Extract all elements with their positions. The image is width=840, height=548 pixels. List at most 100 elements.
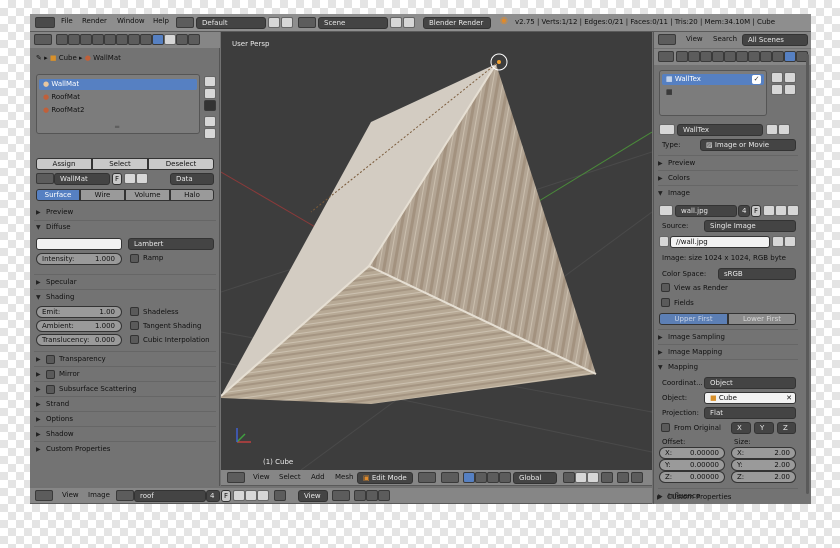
add-texture-icon[interactable] xyxy=(766,124,778,135)
deselect-button[interactable]: Deselect xyxy=(148,158,214,170)
section-preview[interactable]: ▶ Preview xyxy=(36,205,216,219)
material-name-field[interactable]: WallMat xyxy=(54,173,110,185)
3d-viewport[interactable]: User Persp (1) Cube xyxy=(221,32,652,470)
texture-name-field[interactable]: WallTex xyxy=(677,124,763,136)
pin-image-icon[interactable] xyxy=(274,490,286,501)
section-mapping[interactable]: ▼ Mapping xyxy=(658,360,796,374)
assign-button[interactable]: Assign xyxy=(36,158,92,170)
remove-layout-icon[interactable] xyxy=(281,17,293,28)
offset-y-field[interactable]: Y: 0.00000 xyxy=(659,459,725,471)
view-as-render-checkbox[interactable] xyxy=(661,283,670,292)
tab-wire[interactable]: Wire xyxy=(80,189,125,201)
image-fake-user-button[interactable]: F xyxy=(221,490,231,502)
viewport-shading-icon[interactable] xyxy=(418,472,436,483)
scene-tab-icon[interactable] xyxy=(700,51,712,62)
mapping-x-select[interactable]: X xyxy=(731,422,751,434)
unlink-image-icon[interactable] xyxy=(787,205,799,216)
uv-sync-icon[interactable] xyxy=(332,490,350,501)
open-image-icon[interactable] xyxy=(245,490,257,501)
upper-first-toggle[interactable]: Upper First xyxy=(659,313,728,325)
move-slot-up-icon[interactable] xyxy=(204,116,216,127)
menu-file[interactable]: File xyxy=(61,17,73,25)
size-z-field[interactable]: Z: 2.00 xyxy=(731,471,796,483)
image-name-field[interactable]: roof xyxy=(134,490,206,502)
section-custom-properties[interactable]: ▶ Custom Properties xyxy=(36,442,216,456)
render-engine-select[interactable]: Blender Render xyxy=(423,17,491,29)
add-slot-icon[interactable] xyxy=(204,76,216,87)
render-tab-icon[interactable] xyxy=(676,51,688,62)
render-tab-icon[interactable] xyxy=(56,34,68,45)
section-strand[interactable]: ▶ Strand xyxy=(36,397,216,411)
image-browse-icon[interactable] xyxy=(116,490,134,501)
texture-type-select[interactable]: ▨ Image or Movie xyxy=(700,139,796,151)
section-shading[interactable]: ▼ Shading xyxy=(36,290,216,304)
new-image-icon[interactable] xyxy=(233,490,245,501)
scene-icon[interactable] xyxy=(298,17,316,28)
texture-tab-icon[interactable] xyxy=(784,51,796,62)
diffuse-intensity-field[interactable]: Intensity: 1.000 xyxy=(36,253,122,265)
add-texture-slot-icon[interactable] xyxy=(771,72,783,83)
mapping-y-select[interactable]: Y xyxy=(754,422,774,434)
mapping-z-select[interactable]: Z xyxy=(777,422,796,434)
section-transparency[interactable]: ▶ Transparency xyxy=(36,352,216,366)
tab-surface[interactable]: Surface xyxy=(36,189,80,201)
transform-orientation-select[interactable]: Global xyxy=(513,472,557,484)
menu-image[interactable]: Image xyxy=(88,491,110,499)
section-image[interactable]: ▼ Image xyxy=(658,186,796,200)
edge-select-icon[interactable] xyxy=(575,472,587,483)
fields-checkbox[interactable] xyxy=(661,298,670,307)
remove-slot-icon[interactable] xyxy=(204,88,216,99)
mode-select[interactable]: ▣ Edit Mode xyxy=(357,472,413,484)
menu-help[interactable]: Help xyxy=(153,17,169,25)
translucency-field[interactable]: Translucency: 0.000 xyxy=(36,334,122,346)
section-diffuse[interactable]: ▼ Diffuse xyxy=(36,220,216,234)
translate-icon[interactable] xyxy=(475,472,487,483)
ramp-checkbox[interactable] xyxy=(130,254,139,263)
section-specular[interactable]: ▶ Specular xyxy=(36,275,216,289)
world-tab-icon[interactable] xyxy=(712,51,724,62)
pivot-icon[interactable] xyxy=(441,472,459,483)
menu-view[interactable]: View xyxy=(62,491,79,499)
properties-editor-icon[interactable] xyxy=(658,51,674,62)
image-browse-icon[interactable] xyxy=(659,205,673,216)
diffuse-shader-select[interactable]: Lambert xyxy=(128,238,214,250)
sss-checkbox[interactable] xyxy=(46,384,55,394)
outliner-scope-select[interactable]: All Scenes xyxy=(742,34,808,46)
unlink-image-icon[interactable] xyxy=(257,490,269,501)
offset-x-field[interactable]: X: 0.00000 xyxy=(659,447,725,459)
reload-image-icon[interactable] xyxy=(784,236,796,247)
new-image-icon[interactable] xyxy=(763,205,775,216)
physics-tab-icon[interactable] xyxy=(188,34,200,45)
constraints-tab-icon[interactable] xyxy=(736,51,748,62)
shadeless-checkbox[interactable] xyxy=(130,307,139,316)
section-image-sampling[interactable]: ▶ Image Sampling xyxy=(658,330,796,344)
uv-vertex-icon[interactable] xyxy=(354,490,366,501)
section-image-mapping[interactable]: ▶ Image Mapping xyxy=(658,345,796,359)
data-tab-icon[interactable] xyxy=(760,51,772,62)
unlink-material-icon[interactable] xyxy=(136,173,148,184)
right-panel-scrollbar[interactable] xyxy=(806,54,809,494)
emit-field[interactable]: Emit: 1.00 xyxy=(36,306,122,318)
add-scene-icon[interactable] xyxy=(390,17,402,28)
list-item[interactable]: ▦ xyxy=(662,87,764,98)
menu-mesh[interactable]: Mesh xyxy=(335,473,353,481)
tangent-shading-checkbox[interactable] xyxy=(130,321,139,330)
select-button[interactable]: Select xyxy=(92,158,148,170)
image-fake-user-button[interactable]: F xyxy=(751,205,761,217)
scene-field[interactable]: Scene xyxy=(318,17,388,29)
manipulator-icon[interactable] xyxy=(463,472,475,483)
image-editor-icon[interactable] xyxy=(35,490,53,501)
lower-first-toggle[interactable]: Lower First xyxy=(728,313,796,325)
material-browse-icon[interactable] xyxy=(36,173,54,184)
snap-icon[interactable] xyxy=(631,472,643,483)
image-view-mode-select[interactable]: View xyxy=(298,490,328,502)
section-mirror[interactable]: ▶ Mirror xyxy=(36,367,216,381)
tab-halo[interactable]: Halo xyxy=(170,189,214,201)
mirror-checkbox[interactable] xyxy=(46,369,55,379)
tab-volume[interactable]: Volume xyxy=(125,189,170,201)
ambient-field[interactable]: Ambient: 1.000 xyxy=(36,320,122,332)
info-editor-icon[interactable] xyxy=(35,17,55,28)
menu-render[interactable]: Render xyxy=(82,17,107,25)
offset-z-field[interactable]: Z: 0.00000 xyxy=(659,471,725,483)
object-tab-icon[interactable] xyxy=(104,34,116,45)
